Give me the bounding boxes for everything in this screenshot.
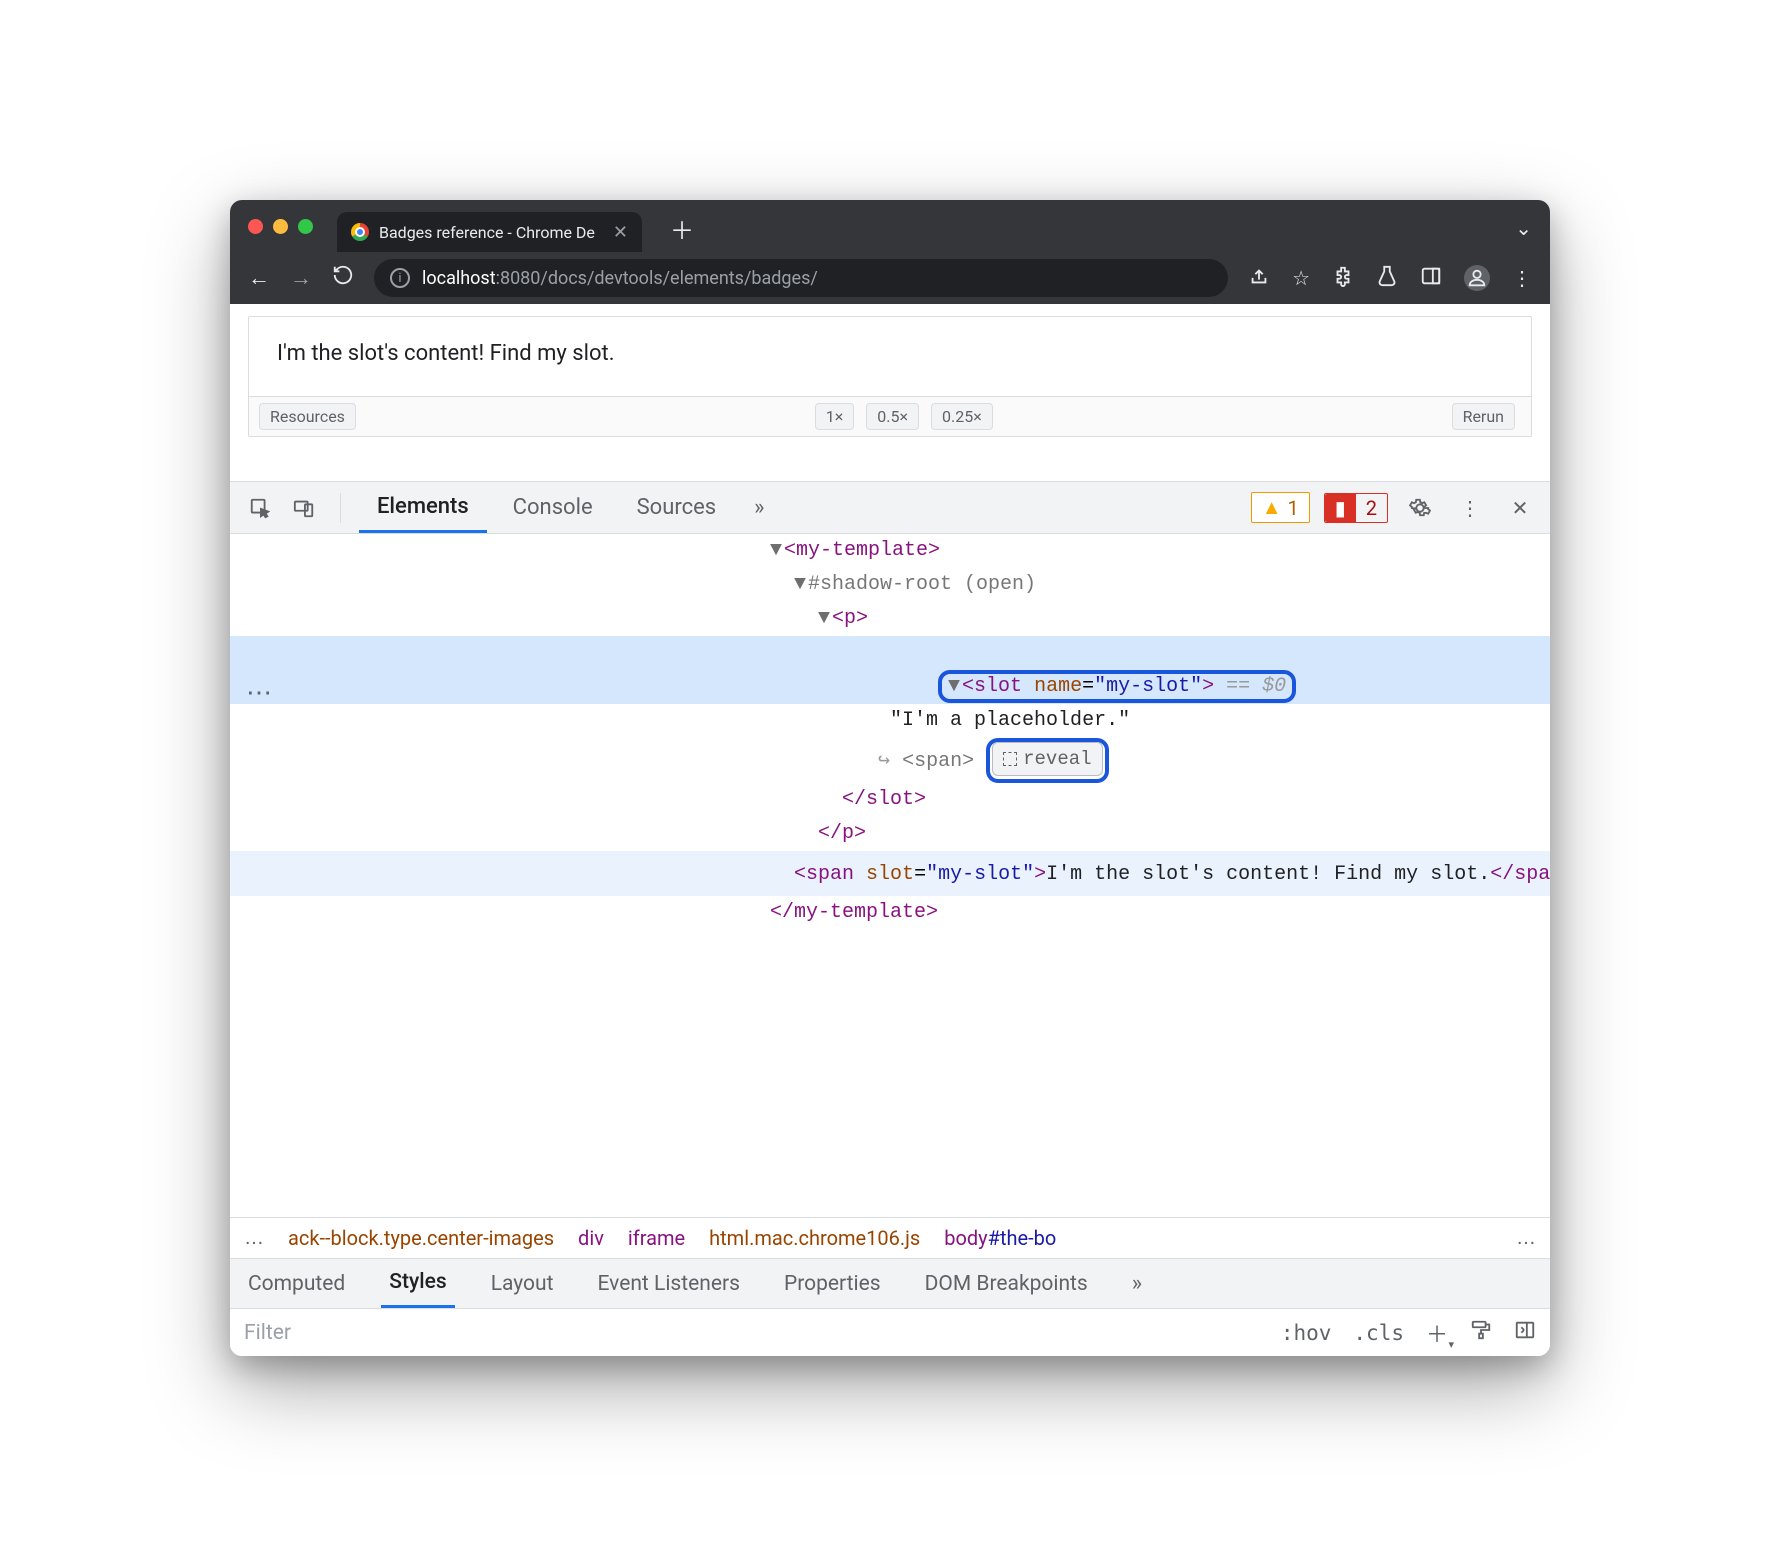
devtools-header: Elements Console Sources » ▲ 1 ▮ 2 ⋮ ✕: [230, 482, 1550, 534]
close-window-button[interactable]: [248, 219, 263, 234]
divider: [340, 493, 341, 523]
gutter-ellipsis-icon[interactable]: ⋯: [246, 670, 272, 714]
more-subtabs-icon[interactable]: »: [1132, 1271, 1142, 1296]
subtab-dom-breakpoints[interactable]: DOM Breakpoints: [917, 1259, 1096, 1308]
errors-badge[interactable]: ▮ 2: [1324, 493, 1388, 523]
breadcrumb-item[interactable]: ack--block.type.center-images: [288, 1226, 554, 1250]
linked-span[interactable]: <span>: [902, 750, 974, 773]
styles-filter-bar: Filter :hov .cls ＋: [230, 1308, 1550, 1356]
breadcrumb-item[interactable]: iframe: [628, 1226, 685, 1250]
panel-icon[interactable]: [1420, 265, 1442, 292]
back-button[interactable]: ←: [248, 265, 270, 291]
maximize-window-button[interactable]: [298, 219, 313, 234]
errors-count: 2: [1356, 494, 1387, 522]
site-info-icon[interactable]: i: [390, 268, 410, 288]
chrome-favicon-icon: [351, 223, 369, 241]
zoom-1x-button[interactable]: 1×: [815, 403, 855, 430]
reload-button[interactable]: [332, 264, 354, 292]
new-style-rule-icon[interactable]: ＋: [1426, 1317, 1448, 1349]
demo-footer: Resources 1× 0.5× 0.25× Rerun: [249, 396, 1531, 436]
close-devtools-icon[interactable]: ✕: [1502, 490, 1538, 526]
styles-subtabs: Computed Styles Layout Event Listeners P…: [230, 1258, 1550, 1308]
close-tab-icon[interactable]: ✕: [613, 222, 628, 243]
subtab-properties[interactable]: Properties: [776, 1259, 889, 1308]
traffic-lights: [248, 219, 313, 234]
warnings-count: 1: [1287, 496, 1298, 520]
more-tabs-icon[interactable]: »: [742, 495, 776, 520]
share-icon[interactable]: [1248, 265, 1270, 292]
cls-toggle[interactable]: .cls: [1353, 1321, 1404, 1345]
shadow-root-label[interactable]: #shadow-root (open): [808, 573, 1036, 596]
breadcrumb-scroll-right-icon[interactable]: …: [1516, 1227, 1536, 1250]
devtools-menu-icon[interactable]: ⋮: [1452, 490, 1488, 526]
reveal-badge[interactable]: reveal: [992, 742, 1102, 776]
subtab-event-listeners[interactable]: Event Listeners: [589, 1259, 747, 1308]
tree-node[interactable]: </slot>: [842, 788, 926, 811]
forward-button[interactable]: →: [290, 265, 312, 291]
tree-node[interactable]: <p>: [832, 607, 868, 630]
rerun-button[interactable]: Rerun: [1452, 403, 1515, 430]
breadcrumb-item[interactable]: html.mac.chrome106.js: [709, 1226, 920, 1250]
tree-node[interactable]: <my-template>: [784, 539, 940, 562]
bookmark-icon[interactable]: ☆: [1292, 266, 1310, 290]
warning-icon: ▲: [1262, 495, 1282, 520]
menu-icon[interactable]: ⋮: [1512, 266, 1532, 290]
address-bar[interactable]: i localhost:8080/docs/devtools/elements/…: [374, 259, 1228, 297]
elements-tree[interactable]: ▼<my-template> ▼#shadow-root (open) ▼<p>…: [230, 534, 1550, 1217]
labs-icon[interactable]: [1376, 265, 1398, 292]
device-toolbar-icon[interactable]: [286, 490, 322, 526]
zoom-025x-button[interactable]: 0.25×: [931, 403, 993, 430]
tab-elements[interactable]: Elements: [359, 482, 487, 533]
breadcrumb-item[interactable]: div: [578, 1226, 604, 1250]
extensions-icon[interactable]: [1332, 265, 1354, 292]
subtab-layout[interactable]: Layout: [483, 1259, 562, 1308]
profile-avatar-icon[interactable]: [1464, 265, 1490, 291]
inspect-element-icon[interactable]: [242, 490, 278, 526]
reveal-badge-icon: [1003, 752, 1017, 766]
resources-button[interactable]: Resources: [259, 403, 356, 430]
settings-icon[interactable]: [1402, 490, 1438, 526]
tab-sources[interactable]: Sources: [619, 482, 735, 533]
page-viewport: I'm the slot's content! Find my slot. Re…: [230, 304, 1550, 437]
browser-tab[interactable]: Badges reference - Chrome De ✕: [337, 212, 642, 252]
browser-toolbar: ← → i localhost:8080/docs/devtools/eleme…: [230, 252, 1550, 304]
zoom-05x-button[interactable]: 0.5×: [866, 403, 919, 430]
tab-console[interactable]: Console: [495, 482, 611, 533]
tree-node[interactable]: </p>: [818, 822, 866, 845]
error-icon: ▮: [1335, 496, 1346, 520]
breadcrumb-item[interactable]: body#the-bo: [944, 1226, 1056, 1250]
text-node[interactable]: "I'm a placeholder.": [890, 709, 1130, 732]
minimize-window-button[interactable]: [273, 219, 288, 234]
elements-breadcrumb[interactable]: … ack--block.type.center-images div ifra…: [230, 1217, 1550, 1258]
tree-node[interactable]: </my-template>: [770, 901, 938, 924]
span-slot-row[interactable]: <span slot="my-slot">I'm the slot's cont…: [230, 851, 1550, 896]
window-chevron-icon[interactable]: ⌄: [1515, 216, 1532, 240]
demo-card: I'm the slot's content! Find my slot. Re…: [248, 316, 1532, 437]
devtools-panel: Elements Console Sources » ▲ 1 ▮ 2 ⋮ ✕: [230, 481, 1550, 1356]
tab-title: Badges reference - Chrome De: [379, 223, 595, 242]
computed-sidebar-toggle-icon[interactable]: [1514, 1319, 1536, 1347]
subtab-computed[interactable]: Computed: [240, 1259, 353, 1308]
subtab-styles[interactable]: Styles: [381, 1259, 454, 1308]
demo-content: I'm the slot's content! Find my slot.: [249, 317, 1531, 396]
paint-format-icon[interactable]: [1470, 1319, 1492, 1347]
styles-filter-input[interactable]: Filter: [244, 1321, 1259, 1345]
selected-node-row[interactable]: ⋯ ▼<slot name="my-slot"> == $0: [230, 636, 1550, 704]
window-titlebar: Badges reference - Chrome De ✕ ＋ ⌄: [230, 200, 1550, 252]
hov-toggle[interactable]: :hov: [1281, 1321, 1332, 1345]
breadcrumb-scroll-left-icon[interactable]: …: [244, 1227, 264, 1250]
url-text: localhost:8080/docs/devtools/elements/ba…: [422, 268, 818, 289]
warnings-badge[interactable]: ▲ 1: [1251, 492, 1310, 523]
new-tab-button[interactable]: ＋: [670, 211, 694, 246]
